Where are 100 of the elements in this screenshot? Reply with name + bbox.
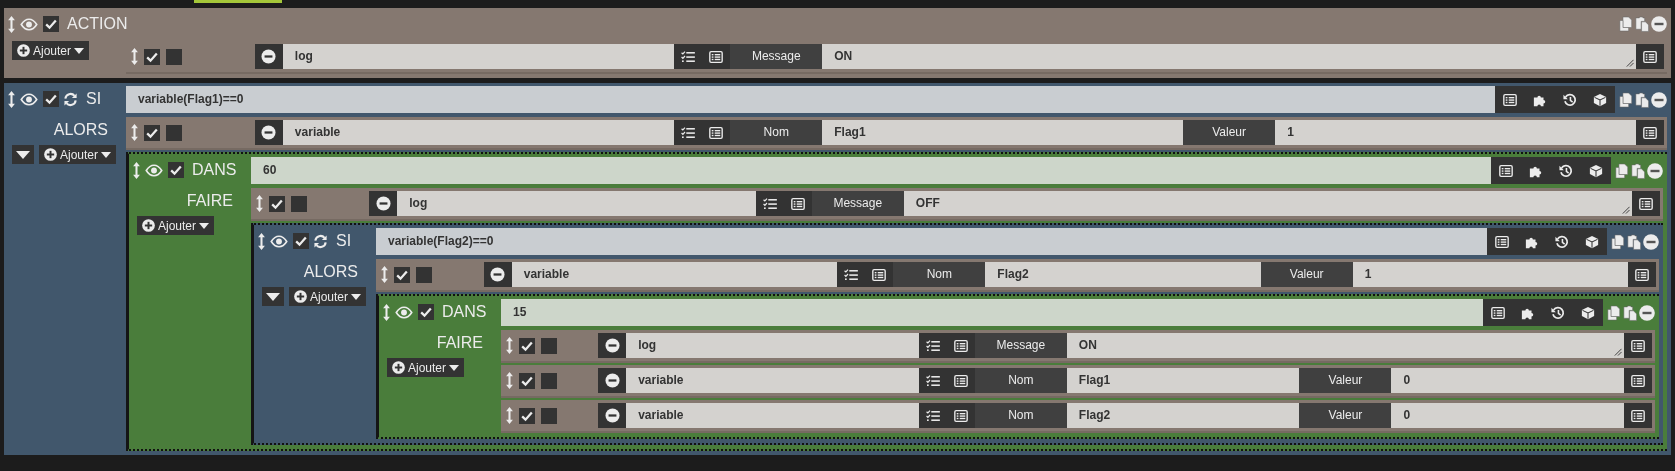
add-button[interactable]: Ajouter [39, 145, 117, 164]
list-button[interactable] [1624, 368, 1652, 393]
drag-handle-icon[interactable] [506, 407, 513, 424]
remove-icon[interactable] [1647, 162, 1663, 179]
remove-icon[interactable] [1639, 304, 1655, 321]
options-button[interactable] [674, 44, 703, 69]
name-field[interactable]: Flag1 [1066, 368, 1300, 393]
list-button[interactable] [702, 120, 731, 145]
copy-icon[interactable] [1611, 233, 1625, 250]
remove-button[interactable] [369, 191, 398, 216]
remove-button[interactable] [254, 44, 283, 69]
remove-icon[interactable] [1643, 233, 1659, 250]
drag-handle-icon[interactable] [131, 48, 138, 65]
remove-button[interactable] [483, 262, 512, 287]
refresh-icon[interactable] [63, 91, 78, 107]
remove-icon[interactable] [1651, 16, 1667, 32]
condition-field[interactable]: variable(Flag2)==0 [376, 228, 1487, 255]
list-button[interactable] [783, 191, 812, 216]
list-button[interactable] [702, 44, 731, 69]
condition-field[interactable]: 15 [501, 299, 1483, 326]
copy-icon[interactable] [1615, 162, 1629, 179]
eye-icon[interactable] [144, 163, 164, 177]
drag-handle-icon[interactable] [506, 372, 513, 389]
remove-button[interactable] [598, 403, 627, 428]
paste-icon[interactable] [1635, 91, 1649, 108]
paste-icon[interactable] [1631, 162, 1645, 179]
add-button[interactable]: Ajouter [289, 287, 367, 306]
eye-icon[interactable] [19, 92, 39, 106]
options-button[interactable] [837, 262, 866, 287]
message-field[interactable]: ON [1066, 333, 1624, 358]
command-field[interactable]: log [626, 333, 919, 358]
message-field[interactable]: ON [822, 44, 1636, 69]
command-field[interactable]: log [282, 44, 675, 69]
resize-grip-icon[interactable] [1625, 58, 1634, 67]
paste-icon[interactable] [1627, 233, 1641, 250]
checkbox[interactable] [269, 195, 285, 212]
paste-icon[interactable] [1635, 16, 1649, 32]
checkbox[interactable] [43, 91, 59, 107]
parallel-checkbox[interactable] [166, 124, 182, 141]
list-button[interactable] [1636, 44, 1664, 69]
command-field[interactable]: variable [511, 262, 838, 287]
condition-field[interactable]: variable(Flag1)==0 [126, 86, 1495, 113]
collapse-button[interactable] [12, 145, 34, 164]
command-field[interactable]: log [397, 191, 756, 216]
add-button[interactable]: Ajouter [12, 41, 90, 60]
drag-handle-icon[interactable] [133, 161, 140, 179]
copy-icon[interactable] [1619, 91, 1633, 108]
options-button[interactable] [918, 368, 947, 393]
remove-button[interactable] [598, 368, 627, 393]
paste-icon[interactable] [1623, 304, 1637, 321]
checkbox[interactable] [293, 233, 309, 249]
resize-grip-icon[interactable] [1613, 347, 1622, 356]
parallel-checkbox[interactable] [541, 337, 557, 354]
value-field[interactable]: 0 [1391, 403, 1624, 428]
list-button[interactable] [1624, 333, 1652, 358]
command-field[interactable]: variable [282, 120, 675, 145]
parallel-checkbox[interactable] [166, 48, 182, 65]
checkbox[interactable] [43, 16, 59, 32]
list-button[interactable] [1632, 191, 1660, 216]
list-button[interactable] [1628, 262, 1656, 287]
add-button[interactable]: Ajouter [387, 358, 465, 377]
parallel-checkbox[interactable] [416, 266, 432, 283]
checkbox[interactable] [519, 407, 535, 424]
parallel-checkbox[interactable] [541, 407, 557, 424]
list-button[interactable] [946, 403, 975, 428]
drag-handle-icon[interactable] [258, 232, 265, 250]
checkbox[interactable] [519, 372, 535, 389]
drag-handle-icon[interactable] [383, 303, 390, 321]
remove-button[interactable] [598, 333, 627, 358]
eye-icon[interactable] [19, 17, 39, 31]
drag-handle-icon[interactable] [131, 124, 138, 141]
drag-handle-icon[interactable] [8, 90, 15, 108]
options-button[interactable] [674, 120, 703, 145]
name-field[interactable]: Flag1 [822, 120, 1184, 145]
value-field[interactable]: 1 [1352, 262, 1628, 287]
checkbox[interactable] [394, 266, 410, 283]
checkbox[interactable] [519, 337, 535, 354]
resize-grip-icon[interactable] [1621, 205, 1630, 214]
checkbox[interactable] [144, 124, 160, 141]
drag-handle-icon[interactable] [381, 266, 388, 283]
list-button[interactable] [865, 262, 894, 287]
condition-field[interactable]: 60 [251, 157, 1491, 184]
remove-button[interactable] [254, 120, 283, 145]
refresh-icon[interactable] [313, 233, 328, 249]
drag-handle-icon[interactable] [506, 337, 513, 354]
options-button[interactable] [918, 403, 947, 428]
message-field[interactable]: OFF [903, 191, 1632, 216]
parallel-checkbox[interactable] [541, 372, 557, 389]
drag-handle-icon[interactable] [256, 195, 263, 212]
command-field[interactable]: variable [626, 368, 919, 393]
list-button[interactable] [1636, 120, 1664, 145]
options-button[interactable] [755, 191, 784, 216]
list-button[interactable] [946, 368, 975, 393]
list-button[interactable] [946, 333, 975, 358]
checkbox[interactable] [418, 304, 434, 320]
value-field[interactable]: 1 [1275, 120, 1636, 145]
value-field[interactable]: 0 [1391, 368, 1624, 393]
remove-icon[interactable] [1651, 91, 1667, 108]
checkbox[interactable] [144, 48, 160, 65]
options-button[interactable] [918, 333, 947, 358]
